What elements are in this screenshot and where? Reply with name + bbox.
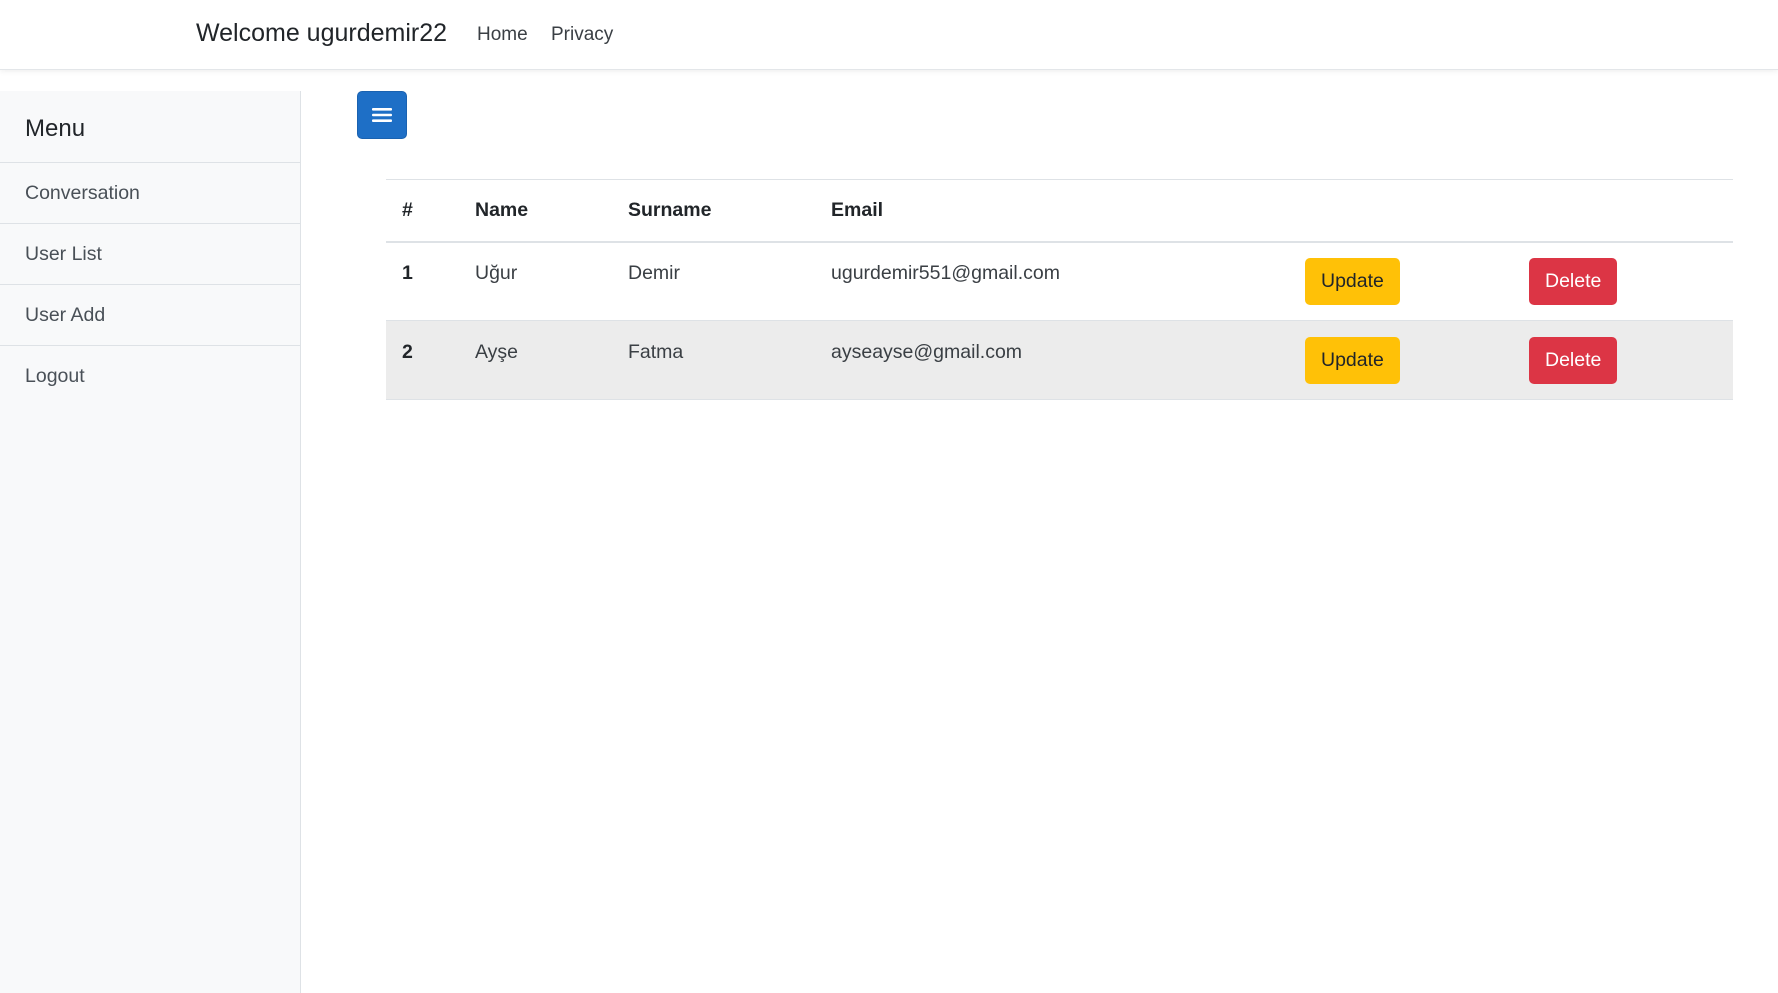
column-header-update (1289, 180, 1513, 242)
hamburger-menu-icon (372, 108, 392, 122)
table-header: # Name Surname Email (386, 179, 1733, 242)
nav-link-home[interactable]: Home (477, 24, 528, 46)
user-email: ayseayse@gmail.com (831, 340, 1023, 363)
sidebar-item-user-list[interactable]: User List (0, 224, 300, 285)
nav-link-privacy[interactable]: Privacy (551, 24, 613, 46)
delete-cell: Delete (1513, 242, 1733, 321)
user-table: # Name Surname Email 1 Uğur Demir ugurde… (386, 179, 1733, 400)
sidebar-item-user-add[interactable]: User Add (0, 285, 300, 346)
row-number-cell: 1 (386, 242, 459, 321)
user-surname: Demir (628, 261, 680, 284)
delete-cell: Delete (1513, 321, 1733, 400)
sidebar-item-conversation[interactable]: Conversation (0, 163, 300, 224)
sidebar-toggle-button[interactable] (357, 91, 407, 139)
sidebar-item-logout[interactable]: Logout (0, 346, 300, 407)
top-navbar: Welcome ugurdemir22 Home Privacy (0, 0, 1778, 70)
name-cell: Uğur (459, 242, 612, 321)
column-header-email: Email (831, 198, 884, 221)
row-number: 2 (402, 340, 413, 363)
row-number-cell: 2 (386, 321, 459, 400)
column-header-number: # (402, 198, 413, 221)
user-email: ugurdemir551@gmail.com (831, 261, 1060, 284)
update-cell: Update (1289, 321, 1513, 400)
name-cell: Ayşe (459, 321, 612, 400)
update-cell: Update (1289, 242, 1513, 321)
delete-button[interactable]: Delete (1529, 257, 1618, 305)
user-name: Uğur (475, 261, 518, 284)
delete-button[interactable]: Delete (1529, 336, 1618, 384)
update-button[interactable]: Update (1305, 257, 1400, 305)
sidebar: Menu Conversation User List User Add Log… (0, 91, 301, 993)
user-name: Ayşe (475, 340, 518, 363)
user-table-container: # Name Surname Email 1 Uğur Demir ugurde… (386, 179, 1733, 400)
column-header-delete (1513, 180, 1733, 242)
email-cell: ayseayse@gmail.com (815, 321, 1289, 400)
update-button[interactable]: Update (1305, 336, 1400, 384)
table-row: 1 Uğur Demir ugurdemir551@gmail.com Upda… (386, 242, 1733, 321)
email-cell: ugurdemir551@gmail.com (815, 242, 1289, 321)
table-row: 2 Ayşe Fatma ayseayse@gmail.com Update D… (386, 320, 1733, 400)
column-header-name: Name (475, 198, 529, 221)
surname-cell: Demir (612, 242, 815, 321)
column-header-surname: Surname (628, 198, 712, 221)
surname-cell: Fatma (612, 321, 815, 400)
row-number: 1 (402, 261, 413, 284)
user-surname: Fatma (628, 340, 684, 363)
navbar-brand[interactable]: Welcome ugurdemir22 (196, 19, 447, 48)
sidebar-heading: Menu (0, 91, 300, 163)
